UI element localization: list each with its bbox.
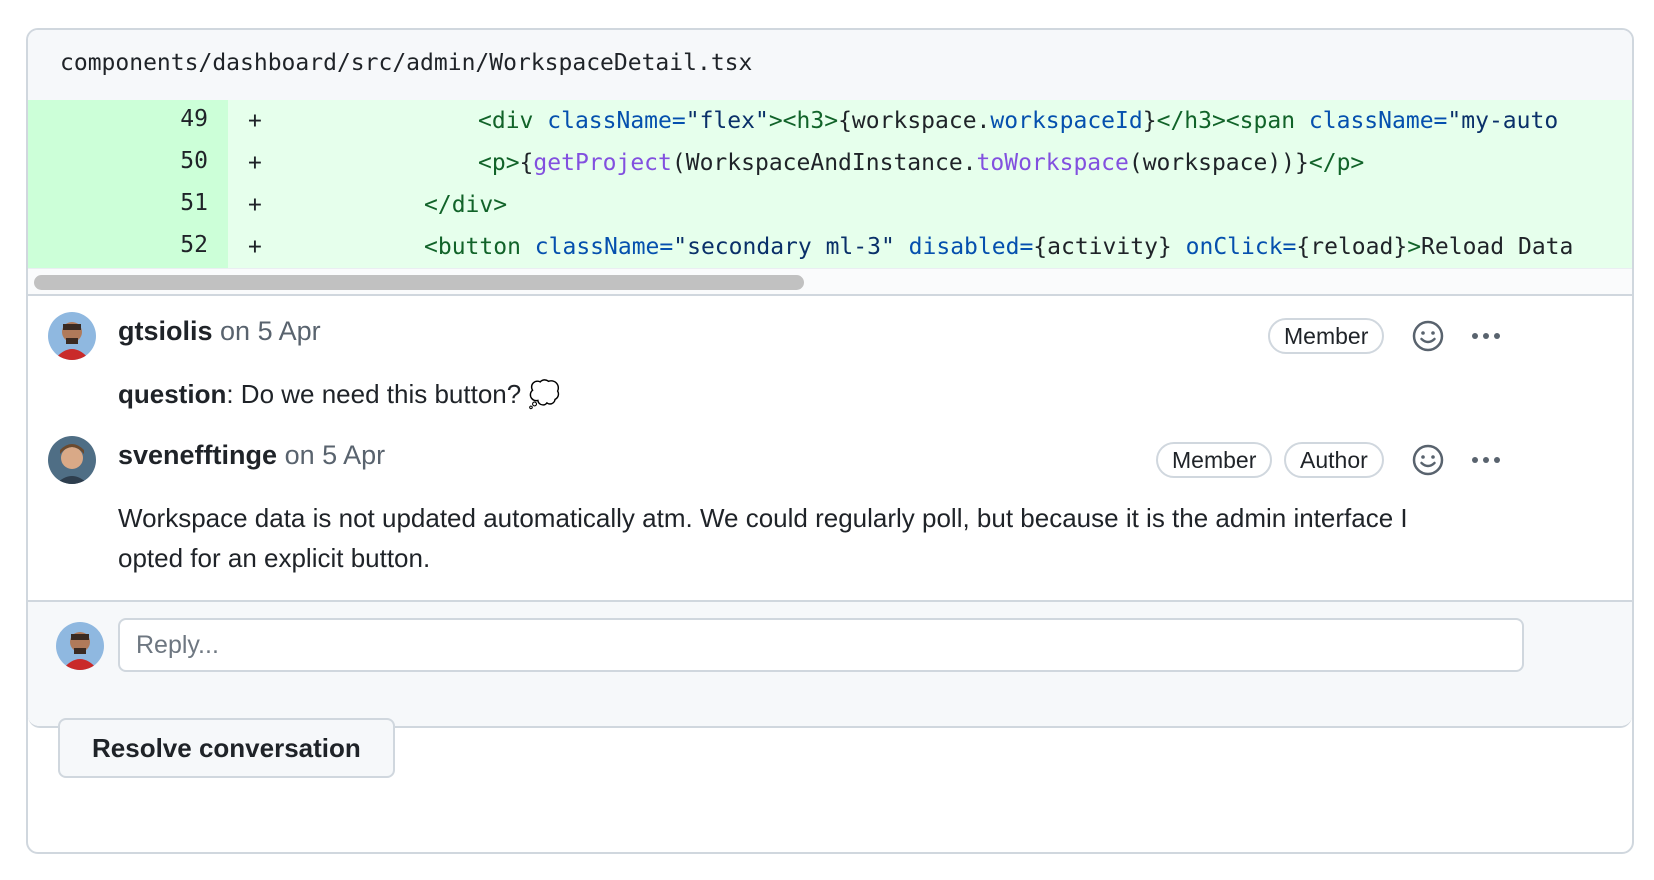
comment-date[interactable]: on 5 Apr — [220, 316, 321, 346]
code-token: ><h3> — [768, 108, 839, 134]
kebab-horizontal-icon[interactable] — [1468, 442, 1504, 478]
diff-view: 49 + <div className="flex"><h3>{workspace.… — [28, 100, 1632, 268]
code-line: <div className="flex"><h3>{workspace.wor… — [478, 108, 1558, 134]
diff-line: 52 + <button className="secondary ml-3" di… — [28, 226, 1632, 268]
addition-marker: + — [248, 234, 262, 260]
author-name[interactable]: gtsiolis — [118, 316, 213, 346]
line-number[interactable]: 50 — [180, 148, 208, 174]
comment-text-line: opted for an explicit button. — [118, 543, 431, 573]
reply-row — [28, 600, 1632, 726]
code-token: onClick= — [1185, 234, 1297, 260]
line-number-gutter[interactable]: 50 — [28, 142, 228, 184]
comment-author[interactable]: svenefftinge on 5 Apr — [118, 440, 385, 471]
code-token: { — [519, 150, 534, 176]
member-badge: Member — [1268, 318, 1385, 354]
comment-body: question: Do we need this button? 💭 — [118, 374, 561, 414]
code-token: workspaceId — [990, 108, 1143, 134]
addition-marker: + — [248, 192, 262, 218]
code-token: toWorkspace — [976, 150, 1129, 176]
current-user-avatar — [56, 622, 104, 670]
comment-author[interactable]: gtsiolis on 5 Apr — [118, 316, 321, 347]
line-number[interactable]: 49 — [180, 106, 208, 132]
line-number-gutter[interactable]: 52 — [28, 226, 228, 268]
author-badge: Author — [1284, 442, 1384, 478]
code-token: (workspace))} — [1128, 150, 1309, 176]
line-number[interactable]: 51 — [180, 190, 208, 216]
code-token: </h3><span — [1156, 108, 1309, 134]
horizontal-scrollbar[interactable] — [28, 268, 1632, 296]
code-token: className= — [1308, 108, 1448, 134]
author-name[interactable]: svenefftinge — [118, 440, 277, 470]
code-token: "my-auto — [1447, 108, 1559, 134]
comment-gtsiolis: gtsiolis on 5 Apr Member question: Do we… — [28, 298, 1632, 409]
comment-svenefftinge: svenefftinge on 5 Apr Member Author Work… — [28, 422, 1632, 592]
code-token: <p> — [478, 150, 520, 176]
file-header: components/dashboard/src/admin/Workspace… — [28, 30, 1632, 100]
code-token: "secondary ml-3" — [673, 234, 909, 260]
addition-marker: + — [248, 108, 262, 134]
code-token: } — [1142, 108, 1157, 134]
file-path[interactable]: components/dashboard/src/admin/Workspace… — [60, 50, 752, 76]
comment-body: Workspace data is not updated automatica… — [118, 498, 1598, 578]
smiley-icon[interactable] — [1410, 318, 1446, 354]
comment-date[interactable]: on 5 Apr — [285, 440, 386, 470]
kebab-horizontal-icon[interactable] — [1468, 318, 1504, 354]
avatar[interactable] — [48, 436, 96, 484]
code-token: {reload} — [1296, 234, 1408, 260]
comment-label: question — [118, 379, 227, 409]
diff-line: 50 + <p>{getProject(WorkspaceAndInstance.t… — [28, 142, 1632, 184]
line-number-gutter[interactable]: 51 — [28, 184, 228, 226]
code-token: "flex" — [685, 108, 769, 134]
avatar[interactable] — [48, 312, 96, 360]
member-badge: Member — [1156, 442, 1273, 478]
code-token: className= — [534, 234, 674, 260]
resolve-conversation-button[interactable]: Resolve conversation — [58, 718, 395, 778]
code-token: > — [1407, 234, 1422, 260]
line-number-gutter[interactable]: 49 — [28, 100, 228, 142]
code-token: </p> — [1308, 150, 1365, 176]
smiley-icon[interactable] — [1410, 442, 1446, 478]
scrollbar-thumb[interactable] — [34, 275, 804, 290]
code-token: {activity} — [1033, 234, 1186, 260]
code-token: {workspace. — [838, 108, 991, 134]
code-token: <div — [478, 108, 548, 134]
addition-marker: + — [248, 150, 262, 176]
comment-text-line: Workspace data is not updated automatica… — [118, 503, 1408, 533]
diff-line: 49 + <div className="flex"><h3>{workspace.… — [28, 100, 1632, 142]
code-line: <p>{getProject(WorkspaceAndInstance.toWo… — [478, 150, 1364, 176]
review-thread: components/dashboard/src/admin/Workspace… — [26, 28, 1634, 854]
code-line: <button className="secondary ml-3" disab… — [424, 234, 1573, 260]
code-token: (WorkspaceAndInstance. — [671, 150, 977, 176]
code-token: </div> — [424, 192, 508, 218]
code-line: </div> — [424, 192, 507, 218]
code-token: disabled= — [908, 234, 1034, 260]
code-token: getProject — [533, 150, 672, 176]
reply-input[interactable] — [118, 618, 1524, 672]
comment-text: : Do we need this button? 💭 — [226, 379, 561, 409]
thread-box: components/dashboard/src/admin/Workspace… — [28, 30, 1632, 728]
diff-line: 51 + </div> — [28, 184, 1632, 226]
code-token: <button — [424, 234, 535, 260]
code-token: className= — [547, 108, 686, 134]
code-token: Reload Data — [1421, 234, 1574, 260]
line-number[interactable]: 52 — [180, 232, 208, 258]
